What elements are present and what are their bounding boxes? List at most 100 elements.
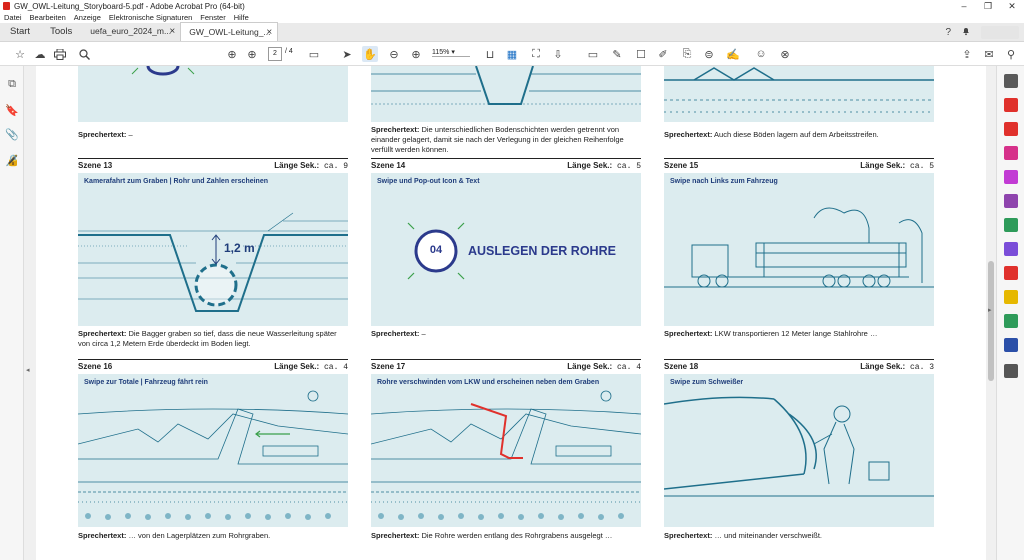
scrollbar-thumb[interactable] (988, 261, 994, 381)
scene-title: Szene 16 (78, 362, 113, 371)
collapse-right-icon[interactable]: ▸ (988, 306, 992, 314)
scroll-mode-icon[interactable]: ▦ (504, 46, 520, 62)
zoom-select[interactable]: 115% ▾ (432, 48, 470, 57)
text-box-icon[interactable]: ☐ (634, 46, 648, 62)
window-controls: – ❐ ✕ (952, 0, 1024, 12)
sprechertext-17: Sprechertext: Die Rohre werden entlang d… (371, 531, 641, 541)
minimize-button[interactable]: – (952, 0, 976, 12)
more-tools-wrench-icon[interactable] (1004, 364, 1018, 378)
menu-anzeige[interactable]: Anzeige (74, 13, 101, 22)
scene-length: Länge Sek.: ca. 4 (274, 362, 348, 372)
bell-icon[interactable] (961, 26, 971, 39)
scene-header: Szene 13 Länge Sek.: ca. 9 (78, 158, 348, 171)
sprechertext-body: LKW transportieren 12 Meter lange Stahlr… (712, 329, 878, 338)
next-page-icon[interactable]: ⊕ (244, 46, 260, 62)
extract-icon[interactable]: ⇩ (550, 46, 566, 62)
scene-image: Rohre verschwinden vom LKW und erscheine… (371, 374, 641, 527)
tab-start[interactable]: Start (0, 22, 40, 41)
page-thumbnails-icon[interactable]: ⧉ (5, 78, 19, 92)
scene-title: Szene 18 (664, 362, 699, 371)
step-headline: AUSLEGEN DER ROHRE (468, 244, 616, 258)
scene-image: Swipe nach Links zum Fahrzeug (664, 173, 934, 326)
page-layout-icon[interactable]: ⊔ (482, 46, 498, 62)
page-number-input[interactable]: 2 (268, 47, 282, 61)
length-value: ca. 4 (319, 363, 348, 372)
edit-pdf-icon[interactable] (1004, 170, 1018, 184)
organize-pages-icon[interactable] (1004, 194, 1018, 208)
left-navigation-pane: ⧉ 🔖 📎 🔏 ◂ (0, 66, 30, 560)
search-tool-icon[interactable] (1004, 74, 1018, 88)
sprechertext-label: Sprechertext: (664, 329, 713, 338)
print-production-icon[interactable] (1004, 314, 1018, 328)
attach-icon[interactable]: ⎘ (680, 46, 694, 62)
tab-close-icon[interactable]: × (266, 23, 272, 41)
menu-signaturen[interactable]: Elektronische Signaturen (109, 13, 192, 22)
export-pdf-icon[interactable] (1004, 122, 1018, 136)
scene-header: Szene 16 Länge Sek.: ca. 4 (78, 359, 348, 372)
length-value: ca. 4 (612, 363, 641, 372)
bookmarks-icon[interactable]: 🔖 (5, 104, 19, 118)
sign-in-button[interactable] (981, 26, 1019, 39)
select-cursor-icon[interactable]: ➤ (340, 46, 354, 62)
sprechertext-body: … von den Lagerplätzen zum Rohrgraben. (126, 531, 271, 540)
zoom-in-icon[interactable]: ⊕ (408, 46, 424, 62)
print-icon[interactable] (52, 46, 68, 62)
full-screen-icon[interactable]: ⛶ (528, 46, 544, 62)
length-label: Länge Sek.: (567, 161, 613, 170)
share-icon[interactable]: ⇪ (960, 46, 974, 62)
scene-caption: Rohre verschwinden vom LKW und erscheine… (377, 379, 600, 386)
email-icon[interactable]: ✉ (982, 46, 996, 62)
stamp-icon[interactable]: ⊜ (702, 46, 716, 62)
combine-files-icon[interactable] (1004, 146, 1018, 160)
help-icon[interactable]: ? (945, 27, 951, 38)
close-window-button[interactable]: ✕ (1000, 0, 1024, 12)
menu-datei[interactable]: Datei (4, 13, 22, 22)
collapse-left-icon[interactable]: ◂ (26, 366, 30, 374)
restore-button[interactable]: ❐ (976, 0, 1000, 12)
sprechertext-11: Sprechertext: Die unterschiedlichen Bode… (371, 125, 641, 155)
request-signature-icon[interactable] (1004, 218, 1018, 232)
comment-icon[interactable]: ▭ (586, 46, 600, 62)
menu-hilfe[interactable]: Hilfe (234, 13, 249, 22)
hand-tool-icon[interactable]: ✋ (362, 46, 378, 62)
length-label: Länge Sek.: (567, 362, 613, 371)
scene-length: Länge Sek.: ca. 5 (860, 161, 934, 171)
scene-image: Kamerafahrt zum Graben | Rohr und Zahlen… (78, 173, 348, 326)
menu-fenster[interactable]: Fenster (200, 13, 225, 22)
signatures-icon[interactable]: 🔏 (5, 154, 19, 168)
length-value: ca. 3 (905, 363, 934, 372)
tab-close-icon[interactable]: × (169, 22, 175, 41)
sprechertext-label: Sprechertext: (664, 531, 713, 540)
draw-icon[interactable]: ✐ (656, 46, 670, 62)
menu-bearbeiten[interactable]: Bearbeiten (30, 13, 66, 22)
fit-page-icon[interactable]: ▭ (306, 46, 322, 62)
tab-document-gw-owl[interactable]: GW_OWL-Leitung_... × (180, 22, 279, 41)
scene-title: Szene 15 (664, 161, 699, 170)
fill-sign-icon[interactable]: ✍ (726, 46, 740, 62)
scan-ocr-icon[interactable] (1004, 266, 1018, 280)
create-pdf-icon[interactable] (1004, 98, 1018, 112)
zoom-out-icon[interactable]: ⊖ (386, 46, 402, 62)
scene-caption: Kamerafahrt zum Graben | Rohr und Zahlen… (84, 178, 268, 185)
document-viewport[interactable]: Sprechertext: – Sprechertext: Die unters… (36, 66, 986, 560)
attachments-icon[interactable]: 📎 (5, 128, 19, 142)
more-tools-icon[interactable]: ⚲ (1004, 46, 1018, 62)
scene-caption: Swipe und Pop-out Icon & Text (377, 178, 480, 185)
window-title: GW_OWL-Leitung_Storyboard-5.pdf - Adobe … (14, 1, 245, 11)
tab-document-uefa[interactable]: uefa_euro_2024_m... × (82, 22, 180, 41)
upload-cloud-icon[interactable]: ☁ (32, 46, 48, 62)
sprechertext-body: – (126, 130, 133, 139)
highlight-pen-icon[interactable]: ✎ (610, 46, 624, 62)
length-label: Länge Sek.: (274, 362, 320, 371)
previous-page-icon[interactable]: ⊕ (224, 46, 240, 62)
protect-icon[interactable] (1004, 338, 1018, 352)
redact-icon[interactable]: ⊗ (778, 46, 792, 62)
star-icon[interactable]: ☆ (12, 46, 28, 62)
comment-tool-icon[interactable] (1004, 290, 1018, 304)
sprechertext-15: Sprechertext: LKW transportieren 12 Mete… (664, 329, 934, 339)
scene-image (78, 66, 348, 122)
search-icon[interactable] (76, 46, 92, 62)
accessibility-icon[interactable]: ☺ (754, 46, 768, 62)
fill-and-sign-icon[interactable] (1004, 242, 1018, 256)
tab-tools[interactable]: Tools (40, 22, 82, 41)
